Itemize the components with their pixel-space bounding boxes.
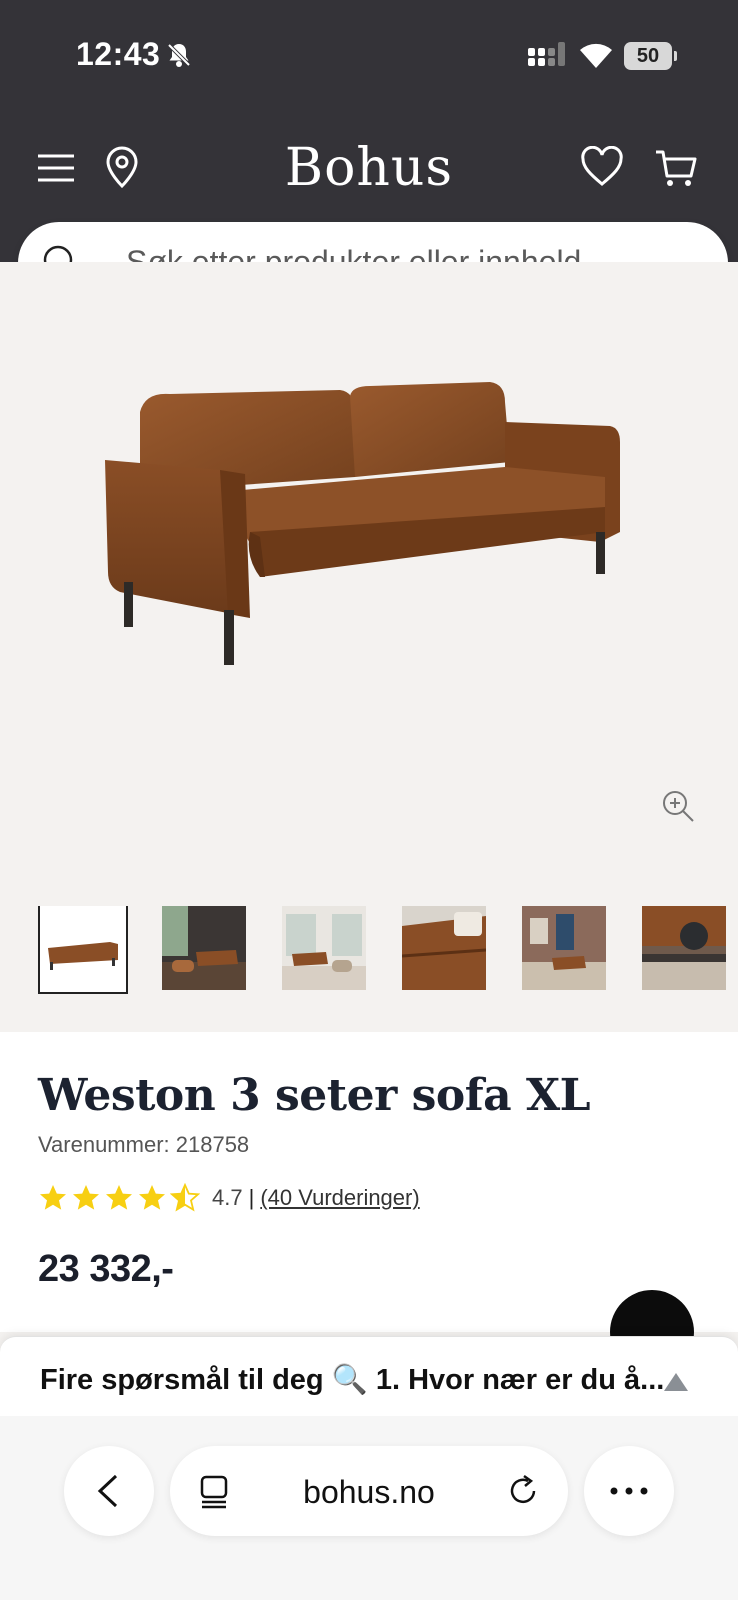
reload-icon[interactable] [504, 1472, 542, 1510]
battery-indicator: 50 [624, 42, 677, 70]
star-full-icon [40, 1185, 66, 1210]
browser-toolbar: bohus.no [0, 1416, 738, 1600]
brand-logo[interactable]: Bohus [0, 138, 738, 198]
reviews-link[interactable]: (40 Vurderinger) [260, 1185, 419, 1211]
thumbnail-2[interactable] [162, 906, 246, 990]
product-rating: 4.7 | (40 Vurderinger) [38, 1182, 420, 1214]
thumbnail-4[interactable] [402, 906, 486, 990]
chevron-up-icon[interactable] [662, 1371, 690, 1393]
bell-muted-icon [167, 43, 191, 67]
thumbnail-strip [38, 906, 738, 996]
rating-separator: | [248, 1185, 255, 1210]
star-half-icon [170, 1183, 200, 1212]
product-price: 23 332,- [38, 1248, 174, 1290]
more-button[interactable] [584, 1446, 674, 1536]
more-dots-icon [610, 1487, 648, 1495]
product-image-sofa[interactable] [100, 382, 640, 672]
status-bar: 12:43 50 [0, 0, 738, 110]
product-title: Weston 3 seter sofa XL [38, 1070, 591, 1121]
thumbnail-1[interactable] [38, 906, 128, 994]
wifi-icon [580, 43, 612, 68]
product-info: Weston 3 seter sofa XL Varenummer: 21875… [0, 1032, 738, 1332]
signal-icon [528, 42, 565, 66]
url-bar[interactable]: bohus.no [170, 1446, 568, 1536]
star-full-icon [73, 1185, 99, 1210]
survey-text: Fire spørsmål til deg 🔍 1. Hvor nær er d… [40, 1364, 665, 1396]
zoom-in-icon[interactable] [660, 788, 696, 824]
back-button[interactable] [64, 1446, 154, 1536]
star-full-icon [106, 1185, 132, 1210]
star-full-icon [139, 1185, 165, 1210]
product-sku: Varenummer: 218758 [38, 1132, 250, 1157]
heart-icon[interactable] [580, 146, 624, 190]
cart-icon[interactable] [654, 146, 698, 190]
chevron-left-icon [97, 1474, 118, 1508]
thumbnail-6[interactable] [642, 906, 726, 990]
status-time: 12:43 [76, 36, 161, 72]
thumbnail-5[interactable] [522, 906, 606, 990]
rating-stars [38, 1183, 200, 1213]
survey-banner[interactable]: Fire spørsmål til deg 🔍 1. Hvor nær er d… [0, 1336, 738, 1426]
thumbnail-3[interactable] [282, 906, 366, 990]
rating-value: 4.7 [212, 1185, 243, 1210]
